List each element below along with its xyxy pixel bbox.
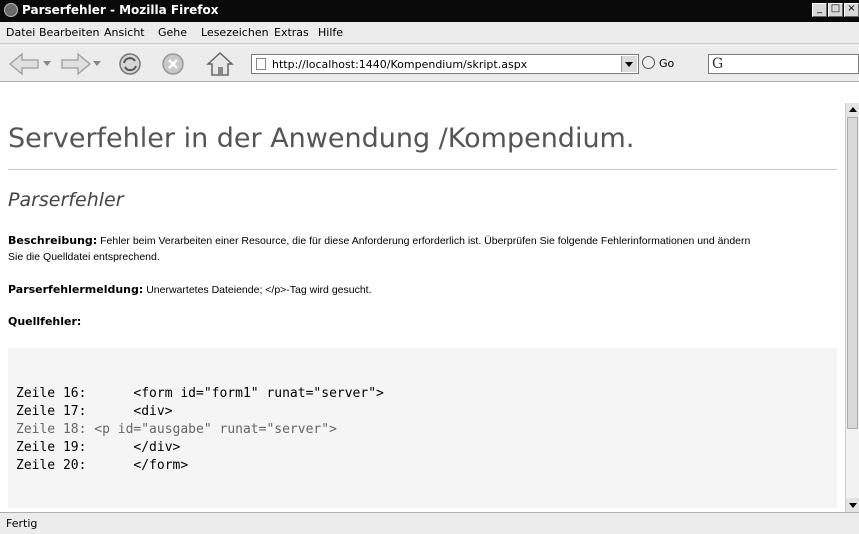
vertical-scrollbar[interactable] <box>845 103 859 512</box>
stop-icon[interactable] <box>160 51 186 77</box>
go-button-label[interactable]: Go <box>659 57 674 70</box>
chevron-down-icon <box>625 62 633 67</box>
source-error-label: Quellfehler: <box>8 315 82 328</box>
menu-ansicht[interactable]: Ansicht <box>104 26 145 39</box>
title-bar: Parserfehler - Mozilla Firefox _ □ × <box>0 0 859 22</box>
parser-message-text: Unerwartetes Dateiende; </p>-Tag wird ge… <box>146 284 372 296</box>
description-text: Fehler beim Verarbeiten einer Resource, … <box>8 235 751 263</box>
minimize-button[interactable]: _ <box>812 3 827 17</box>
code-line: Zeile 17: <div> <box>16 404 173 419</box>
code-line-error: Zeile 18: <p id="ausgabe" runat="server"… <box>16 422 337 437</box>
source-code-block: Zeile 16: <form id="form1" runat="server… <box>8 348 837 508</box>
back-icon[interactable] <box>8 52 42 76</box>
url-text[interactable]: http://localhost:1440/Kompendium/skript.… <box>272 58 527 71</box>
menu-extras[interactable]: Extras <box>274 26 309 39</box>
description-label: Beschreibung: <box>8 234 98 247</box>
parser-message-label: Parserfehlermeldung: <box>8 283 144 296</box>
menu-bearbeiten[interactable]: Bearbeiten <box>39 26 99 39</box>
reload-icon[interactable] <box>117 51 143 77</box>
home-icon[interactable] <box>205 50 235 78</box>
code-line: Zeile 16: <form id="form1" runat="server… <box>16 386 384 401</box>
scroll-up-button[interactable] <box>846 103 859 117</box>
search-box[interactable]: G <box>708 54 859 74</box>
menu-lesezeichen[interactable]: Lesezeichen <box>201 26 269 39</box>
menu-gehe[interactable]: Gehe <box>158 26 187 39</box>
url-dropdown-button[interactable] <box>621 56 637 72</box>
status-text: Fertig <box>6 517 38 530</box>
scroll-down-button[interactable] <box>846 498 859 512</box>
google-logo-icon: G <box>712 56 724 72</box>
go-icon[interactable] <box>642 56 655 69</box>
source-error-paragraph: Quellfehler: <box>8 314 81 330</box>
page-icon <box>256 58 266 70</box>
menu-hilfe[interactable]: Hilfe <box>318 26 343 39</box>
page-content: Serverfehler in der Anwendung /Kompendiu… <box>0 103 845 512</box>
forward-icon[interactable] <box>58 52 92 76</box>
status-bar: Fertig <box>0 512 859 534</box>
description-paragraph: Beschreibung: Fehler beim Verarbeiten ei… <box>8 233 768 265</box>
code-line: Zeile 19: </div> <box>16 440 181 455</box>
menu-bar: Datei Bearbeiten Ansicht Gehe Lesezeiche… <box>0 22 859 44</box>
maximize-button[interactable]: □ <box>828 3 843 17</box>
forward-dropdown-icon[interactable] <box>92 60 102 68</box>
close-button[interactable]: × <box>844 3 859 17</box>
page-heading: Serverfehler in der Anwendung /Kompendiu… <box>8 123 635 154</box>
parser-message-paragraph: Parserfehlermeldung: Unerwartetes Dateie… <box>8 282 372 298</box>
back-dropdown-icon[interactable] <box>42 60 52 68</box>
error-type-heading: Parserfehler <box>8 189 124 211</box>
code-line: Zeile 20: </form> <box>16 458 189 473</box>
address-bar[interactable]: http://localhost:1440/Kompendium/skript.… <box>251 54 639 74</box>
heading-divider <box>8 169 837 170</box>
scroll-thumb[interactable] <box>847 117 858 429</box>
firefox-icon <box>4 3 18 17</box>
window-title: Parserfehler - Mozilla Firefox <box>22 3 219 17</box>
menu-datei[interactable]: Datei <box>6 26 35 39</box>
